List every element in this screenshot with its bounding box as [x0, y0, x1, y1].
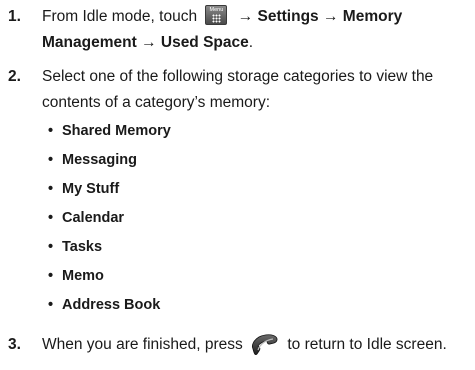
- list-item: • Tasks: [48, 234, 102, 260]
- step-text: When you are finished, press to return t…: [42, 332, 469, 358]
- list-item: • Address Book: [48, 292, 160, 318]
- step-3-prefix: When you are finished, press: [42, 336, 243, 353]
- step-3-suffix: to return to Idle screen.: [287, 336, 447, 353]
- category-label: Calendar: [62, 210, 125, 226]
- manual-page: 1. From Idle mode, touch Menu → Settings…: [0, 0, 475, 370]
- list-item: • Memo: [48, 263, 104, 289]
- arrow: →: [237, 8, 254, 25]
- category-label: Memo: [62, 268, 104, 284]
- step-1: 1. From Idle mode, touch Menu → Settings…: [0, 4, 475, 56]
- memory-label: Memory: [342, 8, 403, 25]
- step-number: 3.: [8, 336, 21, 353]
- menu-key-icon: Menu: [205, 5, 228, 25]
- management-label: Management: [42, 34, 137, 51]
- category-label: Tasks: [62, 239, 103, 255]
- bullet: •: [48, 239, 54, 255]
- category-label: Messaging: [62, 152, 137, 168]
- step-1-suffix: .: [248, 34, 254, 51]
- step-2-line-2: contents of a category’s memory:: [42, 94, 271, 111]
- step-number: 1.: [8, 8, 21, 25]
- category-label: My Stuff: [62, 181, 120, 197]
- keypad-grid-icon: [212, 14, 222, 23]
- step-text: From Idle mode, touch Menu → Settings → …: [42, 4, 469, 56]
- category-label: Address Book: [62, 297, 161, 313]
- list-item: • My Stuff: [48, 176, 119, 202]
- list-item: • Calendar: [48, 205, 124, 231]
- arrow: →: [322, 8, 339, 25]
- step-2: 2. Select one of the following storage c…: [0, 64, 475, 116]
- bullet: •: [48, 268, 54, 284]
- step-3: 3. When you are finished, press to retur…: [0, 332, 475, 362]
- menu-key-label: Menu: [209, 7, 224, 13]
- bullet: •: [48, 152, 54, 168]
- category-label: Shared Memory: [62, 123, 171, 139]
- step-2-line-1: Select one of the following storage cate…: [42, 68, 434, 85]
- step-1-prefix: From Idle mode, touch: [42, 8, 198, 25]
- settings-label: Settings: [257, 8, 319, 25]
- bullet: •: [48, 297, 54, 313]
- list-item: • Shared Memory: [48, 118, 171, 144]
- step-text: Select one of the following storage cate…: [42, 64, 469, 116]
- bullet: •: [48, 181, 54, 197]
- used-space-label: Used Space: [160, 34, 249, 51]
- end-call-key-icon: [252, 334, 278, 356]
- arrow: →: [141, 34, 157, 51]
- bullet: •: [48, 210, 54, 226]
- bullet: •: [48, 123, 54, 139]
- list-item: • Messaging: [48, 147, 137, 173]
- step-number: 2.: [8, 68, 21, 85]
